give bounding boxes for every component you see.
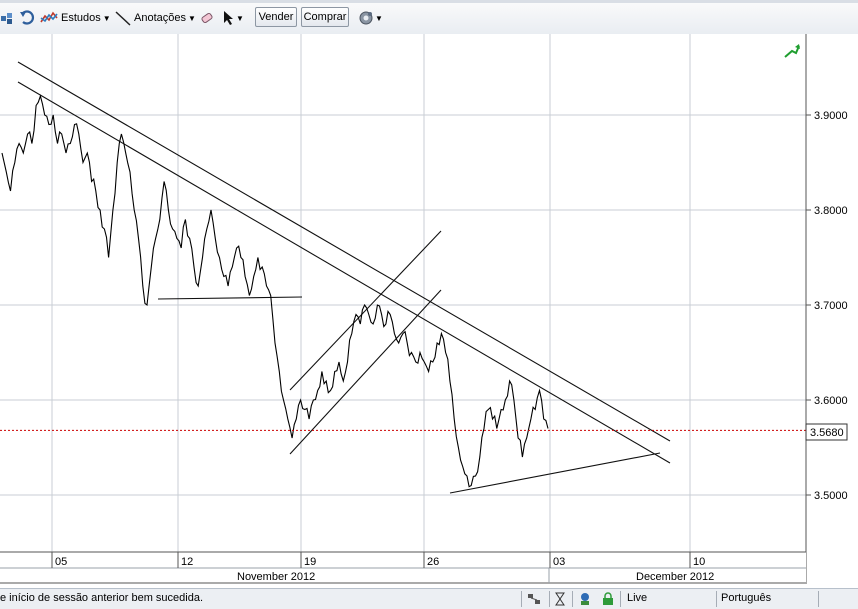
- status-separator: [620, 591, 621, 607]
- user-globe-icon[interactable]: [578, 592, 592, 609]
- lock-icon: [601, 592, 615, 609]
- studies-icon[interactable]: [40, 8, 58, 28]
- time-tick-label: 12: [181, 556, 193, 568]
- annotations-label: Anotações: [134, 12, 186, 24]
- price-chart[interactable]: 3.9000 3.8000 3.7000 3.6000 3.5000 3.5680 05…: [0, 34, 858, 584]
- studies-menu[interactable]: Estudos ▼: [61, 8, 111, 28]
- time-tick-label: 03: [553, 556, 565, 568]
- chevron-down-icon: ▼: [187, 13, 196, 23]
- price-tick-label: 3.8000: [814, 205, 848, 217]
- status-separator: [572, 591, 573, 607]
- price-tick-label: 3.5000: [814, 490, 848, 502]
- chevron-down-icon: ▼: [102, 13, 111, 23]
- time-tick-label: 05: [55, 556, 67, 568]
- status-separator: [818, 591, 819, 607]
- time-tick-label: 26: [427, 556, 439, 568]
- status-separator: [521, 591, 522, 607]
- status-separator: [549, 591, 550, 607]
- network-icon[interactable]: [527, 592, 541, 609]
- month-label-december: December 2012: [636, 571, 714, 583]
- undo-icon[interactable]: [19, 8, 37, 28]
- time-tick-label: 10: [693, 556, 705, 568]
- buy-label: Comprar: [303, 11, 347, 23]
- chevron-down-icon[interactable]: ▼: [236, 8, 244, 28]
- language-status[interactable]: Português: [721, 592, 771, 604]
- chart-toolbar: Estudos ▼ Anotações ▼ ▼ Vender Comprar ▼: [0, 0, 858, 35]
- status-separator: [716, 591, 717, 607]
- window-top-strip: [0, 0, 858, 3]
- time-tick-label: 19: [304, 556, 316, 568]
- price-tick-label: 3.7000: [814, 300, 848, 312]
- eraser-icon[interactable]: [199, 8, 215, 28]
- hourglass-icon: [555, 592, 565, 609]
- status-message: e início de sessão anterior bem sucedida…: [0, 592, 204, 604]
- line-tool-icon[interactable]: [114, 8, 132, 28]
- current-price-label: 3.5680: [810, 427, 844, 439]
- layout-icon[interactable]: [0, 8, 16, 28]
- connection-status: Live: [627, 592, 648, 604]
- sell-button[interactable]: Vender: [255, 7, 297, 27]
- cursor-icon[interactable]: [221, 8, 235, 28]
- settings-gear-icon[interactable]: [357, 8, 375, 28]
- annotations-menu[interactable]: Anotações ▼: [134, 8, 196, 28]
- price-tick-label: 3.6000: [814, 395, 848, 407]
- price-tick-label: 3.9000: [814, 110, 848, 122]
- status-bar: e início de sessão anterior bem sucedida…: [0, 588, 858, 609]
- plot-area: [0, 34, 806, 552]
- sell-label: Vender: [258, 11, 294, 23]
- month-label-november: November 2012: [237, 571, 315, 583]
- studies-label: Estudos: [61, 12, 101, 24]
- buy-button[interactable]: Comprar: [301, 7, 349, 27]
- chevron-down-icon[interactable]: ▼: [375, 8, 383, 28]
